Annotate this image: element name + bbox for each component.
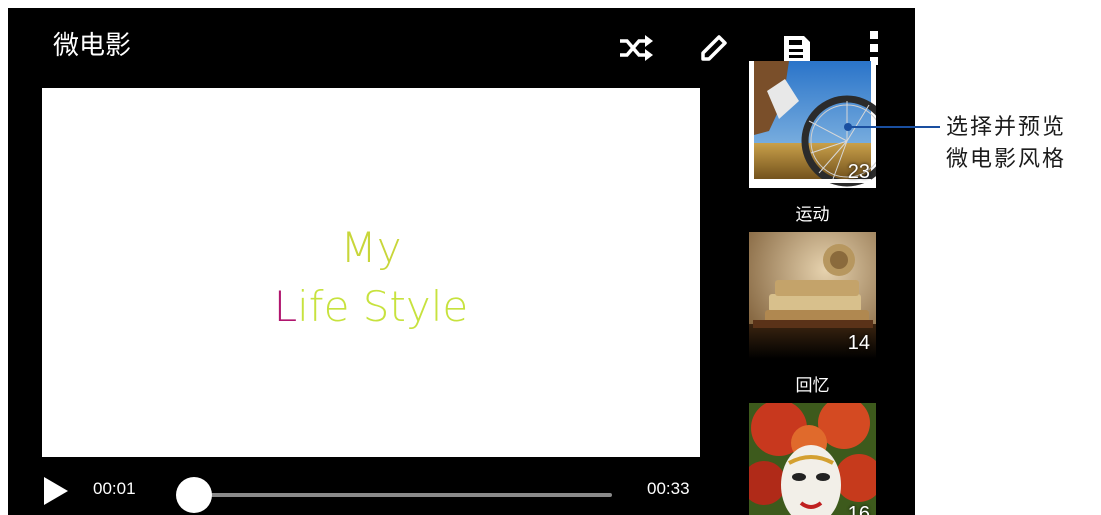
save-icon	[784, 36, 810, 62]
page-title: 微电影	[53, 31, 132, 61]
seek-thumb[interactable]	[176, 477, 212, 513]
edit-button[interactable]	[694, 28, 734, 68]
current-time: 00:01	[93, 479, 136, 498]
style-thumbnail-festival: 16	[749, 403, 876, 515]
video-title-rest: ife Style	[297, 282, 469, 331]
video-title-first-letter: L	[273, 282, 298, 331]
style-count-memory: 14	[847, 332, 870, 354]
edit-icon	[701, 35, 727, 61]
callout-dot	[844, 123, 852, 131]
style-item-sport[interactable]: 23 运动	[749, 61, 876, 225]
masquerade-mask-image	[749, 403, 876, 515]
video-title-line1: My	[340, 223, 402, 272]
style-count-sport: 23	[847, 161, 870, 183]
play-icon[interactable]	[44, 477, 68, 505]
style-item-festival[interactable]: 16	[749, 403, 876, 515]
seek-bar[interactable]	[194, 493, 612, 497]
style-label-sport: 运动	[795, 205, 830, 225]
style-label-memory: 回忆	[795, 376, 830, 396]
total-time: 00:33	[647, 479, 690, 498]
shuffle-icon	[620, 35, 653, 61]
callout-line	[848, 126, 940, 128]
video-preview[interactable]: My Life Style	[42, 88, 700, 457]
style-thumbnail-sport: 23	[749, 61, 876, 188]
callout-line1: 选择并预览	[946, 115, 1067, 140]
shuffle-button[interactable]	[616, 28, 656, 68]
phone-screen: 微电影 My Life Style 00:01 00:33 23 运动 14 回…	[8, 8, 915, 515]
style-item-memory[interactable]: 14 回忆	[749, 232, 876, 396]
callout-text: 选择并预览 微电影风格	[946, 112, 1066, 176]
playback-controls: 00:01 00:33	[42, 461, 700, 515]
video-title-line2: Life Style	[42, 282, 700, 331]
style-count-festival: 16	[847, 503, 870, 515]
style-thumbnail-memory: 14	[749, 232, 876, 359]
callout-line2: 微电影风格	[946, 147, 1067, 172]
